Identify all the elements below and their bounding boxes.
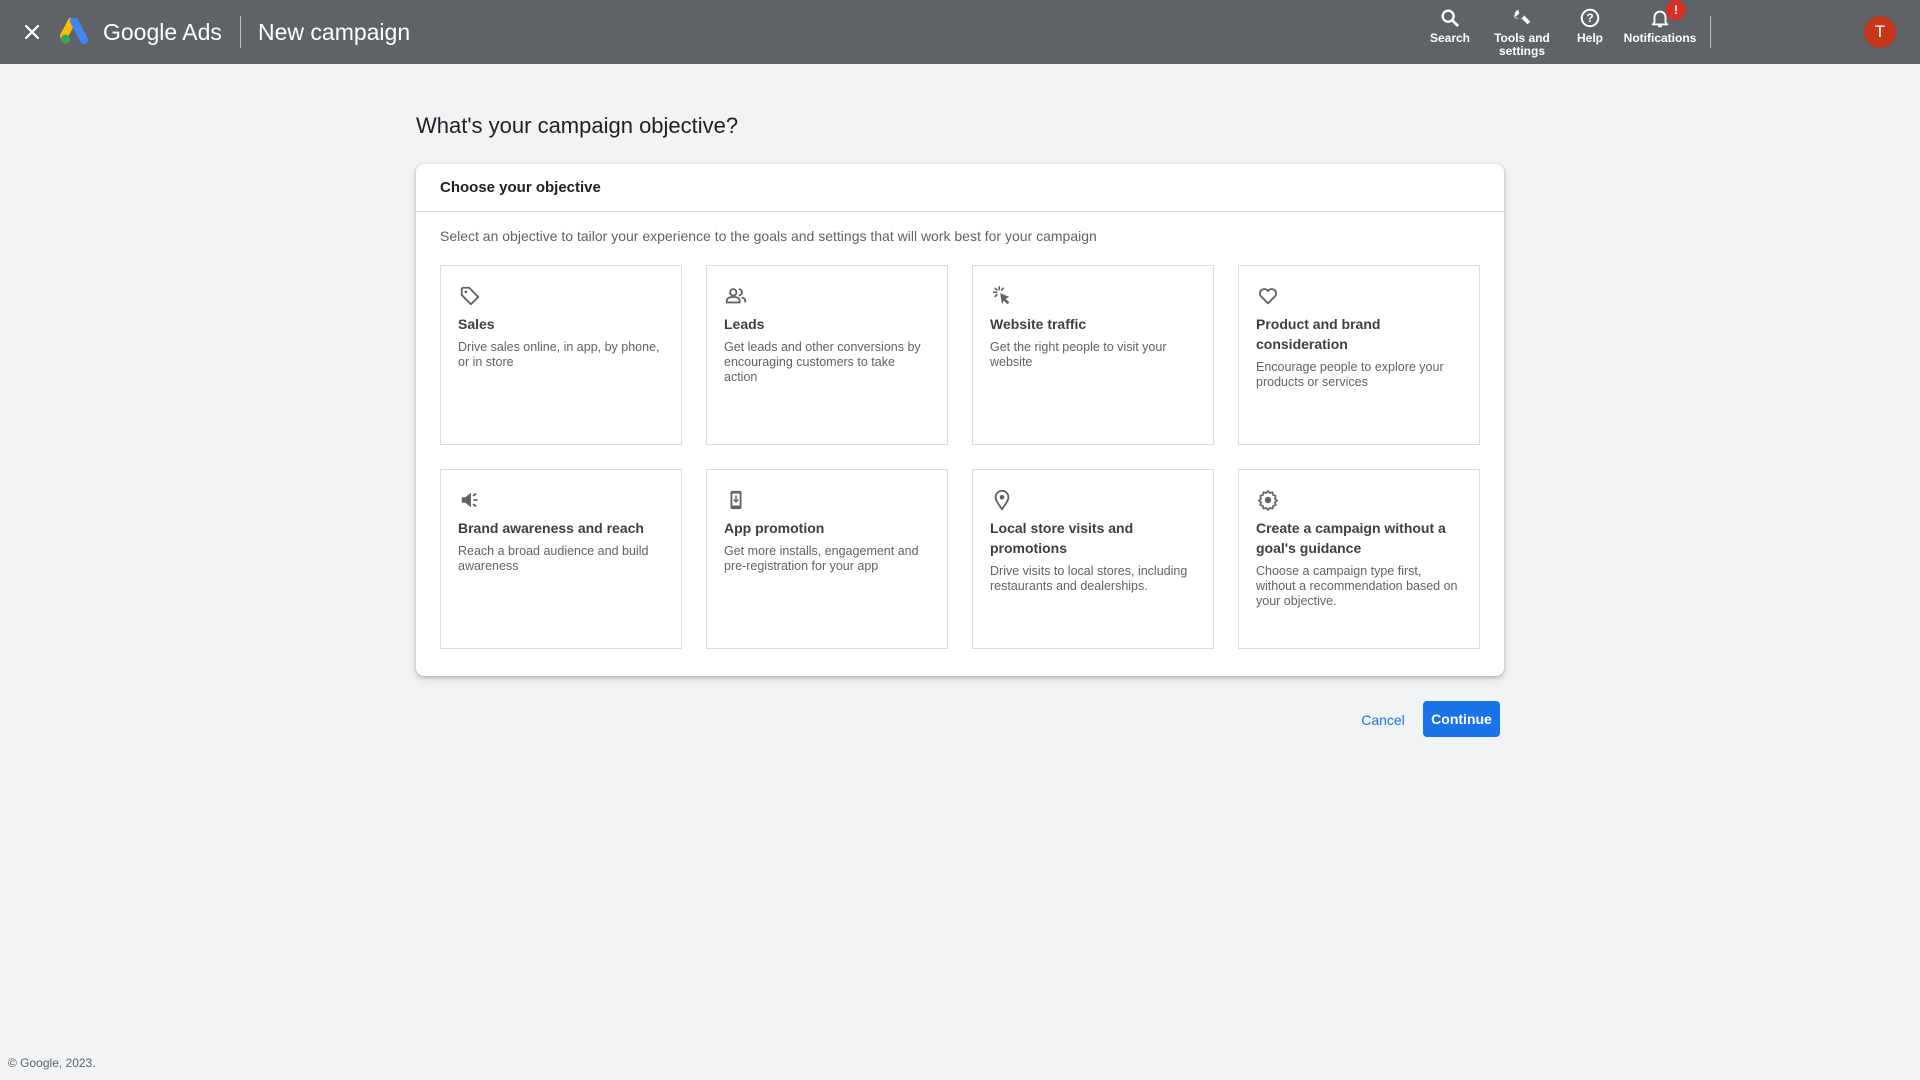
objective-app-promotion[interactable]: App promotion Get more installs, engagem…: [706, 469, 948, 649]
objective-leads[interactable]: Leads Get leads and other conversions by…: [706, 265, 948, 445]
people-icon: [724, 284, 748, 308]
copyright: © Google, 2023.: [8, 1056, 96, 1070]
objective-title: Brand awareness and reach: [458, 520, 644, 536]
phone-download-icon: [724, 488, 748, 512]
top-app-bar: Google Ads New campaign Search Tools and…: [0, 0, 1920, 64]
nav-notifications-label: Notifications: [1623, 31, 1697, 45]
notification-badge: !: [1666, 0, 1686, 20]
objective-description: Get the right people to visit your websi…: [990, 340, 1167, 369]
objective-title: Website traffic: [990, 316, 1087, 332]
nav-tools-and-settings[interactable]: Tools and settings: [1487, 6, 1557, 58]
gear-icon: [1256, 488, 1280, 512]
continue-button[interactable]: Continue: [1423, 701, 1500, 737]
wrench-icon: [1510, 6, 1534, 30]
objective-no-goal-guidance[interactable]: Create a campaign without a goal's guida…: [1238, 469, 1480, 649]
objective-title: Product and brand consideration: [1256, 316, 1381, 352]
help-icon: ?: [1578, 6, 1602, 30]
objective-description: Reach a broad audience and build awarene…: [458, 544, 649, 573]
cancel-button[interactable]: Cancel: [1352, 703, 1414, 737]
objective-title: Create a campaign without a goal's guida…: [1256, 520, 1446, 556]
objective-description: Encourage people to explore your product…: [1256, 360, 1444, 389]
nav-search-label: Search: [1429, 31, 1471, 45]
objective-title: App promotion: [724, 520, 825, 536]
card-title: Choose your objective: [416, 164, 1504, 212]
nav-notifications[interactable]: ! Notifications: [1618, 0, 1702, 45]
objective-local-store-visits[interactable]: Local store visits and promotions Drive …: [972, 469, 1214, 649]
close-button[interactable]: [18, 18, 46, 46]
title-divider: [240, 16, 241, 48]
objective-product-brand-consideration[interactable]: Product and brand consideration Encourag…: [1238, 265, 1480, 445]
google-ads-logo: [60, 17, 92, 46]
objective-description: Drive sales online, in app, by phone, or…: [458, 340, 660, 369]
nav-divider: [1710, 16, 1711, 48]
objective-brand-awareness-reach[interactable]: Brand awareness and reach Reach a broad …: [440, 469, 682, 649]
search-icon: [1438, 6, 1462, 30]
close-icon: [24, 24, 40, 40]
objective-title: Sales: [458, 316, 495, 332]
objective-description: Get leads and other conversions by encou…: [724, 340, 921, 384]
objective-card: Choose your objective Select an objectiv…: [416, 164, 1504, 676]
tag-icon: [458, 284, 482, 308]
nav-help-label: Help: [1576, 31, 1603, 45]
objective-title: Leads: [724, 316, 765, 332]
nav-help[interactable]: ? Help: [1570, 6, 1610, 45]
objective-description: Get more installs, engagement and pre-re…: [724, 544, 919, 573]
svg-text:?: ?: [1586, 11, 1593, 25]
page-heading: What's your campaign objective?: [416, 113, 739, 138]
nav-tools-label: Tools and settings: [1494, 31, 1550, 58]
location-pin-icon: [990, 488, 1014, 512]
product-name: Google Ads: [103, 19, 222, 45]
objective-title: Local store visits and promotions: [990, 520, 1134, 556]
megaphone-icon: [458, 488, 482, 512]
heart-icon: [1256, 284, 1280, 308]
page-title: New campaign: [258, 19, 411, 45]
objective-website-traffic[interactable]: Website traffic Get the right people to …: [972, 265, 1214, 445]
nav-search[interactable]: Search: [1425, 6, 1475, 45]
objective-description: Drive visits to local stores, including …: [990, 564, 1188, 593]
card-description: Select an objective to tailor your exper…: [440, 228, 1097, 244]
account-avatar[interactable]: T: [1864, 16, 1896, 48]
objective-sales[interactable]: Sales Drive sales online, in app, by pho…: [440, 265, 682, 445]
cursor-click-icon: [990, 284, 1014, 308]
objective-description: Choose a campaign type first, without a …: [1256, 564, 1458, 608]
